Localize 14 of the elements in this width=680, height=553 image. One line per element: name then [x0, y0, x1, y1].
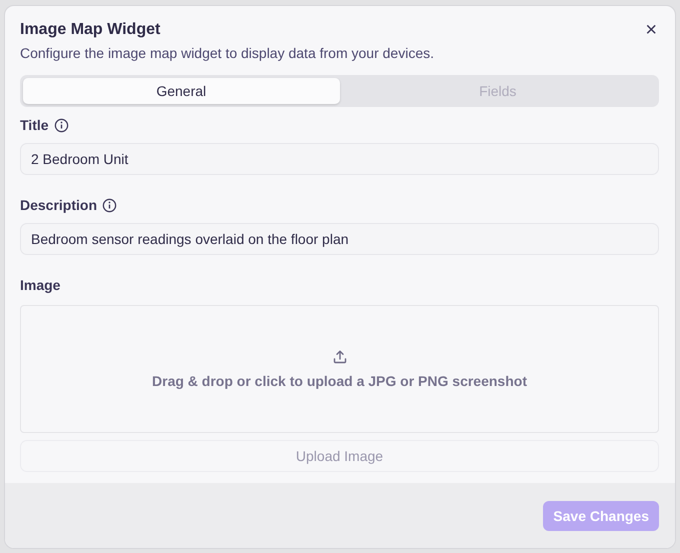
close-button[interactable]: ×: [643, 20, 659, 40]
field-label: Title: [20, 117, 49, 133]
info-icon[interactable]: [102, 198, 118, 212]
input-field[interactable]: 2 Bedroom Unit: [20, 143, 659, 175]
upload-icon: [332, 349, 348, 365]
dropzone-text: Drag & drop or click to upload a JPG or PNG screenshot: [152, 373, 527, 389]
dialog-title: Image Map Widget: [20, 21, 160, 39]
dialog-description: Configure the image map widget to display data from your devices.: [20, 45, 435, 61]
field-label: Description: [20, 197, 98, 213]
tab[interactable]: General: [23, 78, 340, 104]
field-label: Image: [20, 277, 60, 293]
info-icon[interactable]: [54, 118, 69, 132]
upload-dropzone[interactable]: Drag & drop or click to upload a JPG or PNG screenshot: [20, 305, 659, 433]
input-field[interactable]: Bedroom sensor readings overlaid on the floor plan: [20, 223, 659, 255]
